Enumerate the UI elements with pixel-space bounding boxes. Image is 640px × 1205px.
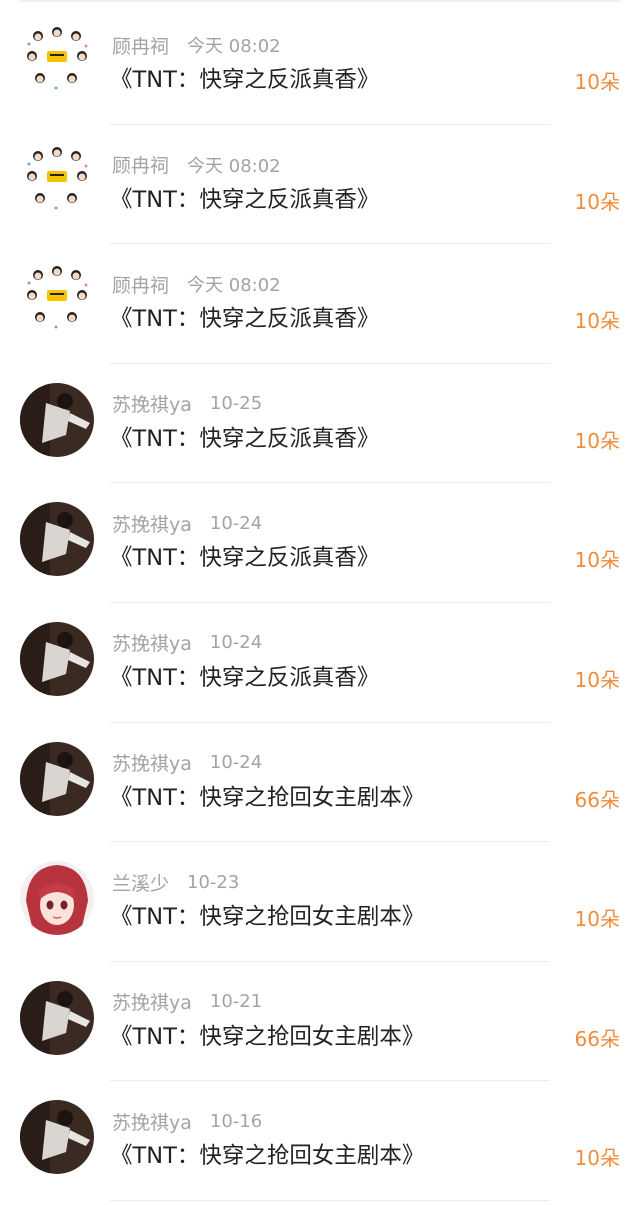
item-meta: 苏挽祺ya 10-24 [112,509,262,537]
list-item[interactable]: 苏挽祺ya 10-24 《TNT：快穿之反派真香》 10朵 [0,483,640,603]
book-title[interactable]: 《TNT：快穿之抢回女主剧本》 [110,900,424,934]
username[interactable]: 苏挽祺ya [112,988,192,1015]
username[interactable]: 苏挽祺ya [112,629,192,656]
list-item[interactable]: 苏挽祺ya 10-21 《TNT：快穿之抢回女主剧本》 66朵 [0,962,640,1082]
timestamp: 10-24 [209,512,263,534]
item-meta: 兰溪少 10-23 [112,868,239,896]
list-item[interactable]: 顾冉祠 今天 08:02 《TNT：快穿之反派真香》 10朵 [0,5,640,125]
flower-count: 66朵 [574,787,620,812]
item-meta: 苏挽祺ya 10-25 [112,390,262,418]
group-cartoon-avatar[interactable] [20,263,94,338]
book-title[interactable]: 《TNT：快穿之反派真香》 [110,302,379,336]
list-item[interactable]: 顾冉祠 今天 08:02 《TNT：快穿之反派真香》 10朵 [0,125,640,245]
item-meta: 顾冉祠 今天 08:02 [112,151,281,179]
book-title[interactable]: 《TNT：快穿之抢回女主剧本》 [110,781,424,815]
book-title[interactable]: 《TNT：快穿之反派真香》 [110,63,379,97]
username[interactable]: 苏挽祺ya [112,749,192,776]
item-meta: 苏挽祺ya 10-16 [112,1107,262,1135]
gift-record-list: 顾冉祠 今天 08:02 《TNT：快穿之反派真香》 10朵 顾冉祠 今天 08… [0,5,640,1201]
dark-photo-avatar[interactable] [20,741,94,816]
username[interactable]: 苏挽祺ya [112,1108,192,1135]
list-item[interactable]: 苏挽祺ya 10-24 《TNT：快穿之反派真香》 10朵 [0,603,640,723]
dark-photo-avatar[interactable] [20,980,94,1055]
book-title[interactable]: 《TNT：快穿之抢回女主剧本》 [110,1020,424,1054]
flower-count: 10朵 [574,189,620,214]
username[interactable]: 兰溪少 [112,869,169,896]
username[interactable]: 顾冉祠 [112,271,169,298]
timestamp: 今天 08:02 [187,275,281,297]
list-item[interactable]: 兰溪少 10-23 《TNT：快穿之抢回女主剧本》 10朵 [0,842,640,962]
timestamp: 10-23 [187,871,240,893]
list-item[interactable]: 苏挽祺ya 10-16 《TNT：快穿之抢回女主剧本》 10朵 [0,1081,640,1201]
flower-count: 10朵 [574,907,620,932]
flower-count: 10朵 [574,309,620,334]
book-title[interactable]: 《TNT：快穿之反派真香》 [110,183,379,217]
item-meta: 苏挽祺ya 10-24 [112,629,262,657]
flower-count: 10朵 [574,428,620,453]
dark-photo-avatar[interactable] [20,382,94,457]
timestamp: 10-21 [209,991,263,1013]
flower-count: 10朵 [574,548,620,573]
item-meta: 顾冉祠 今天 08:02 [112,31,281,59]
anime-girl-avatar[interactable] [20,861,94,936]
dark-photo-avatar[interactable] [20,1100,94,1175]
timestamp: 10-25 [209,393,263,415]
timestamp: 今天 08:02 [187,155,281,177]
flower-count: 10朵 [574,1146,620,1171]
timestamp: 10-24 [209,632,263,654]
top-divider [20,0,620,2]
dark-photo-avatar[interactable] [20,502,94,577]
book-title[interactable]: 《TNT：快穿之反派真香》 [110,661,379,695]
book-title[interactable]: 《TNT：快穿之抢回女主剧本》 [110,1139,424,1173]
list-item[interactable]: 顾冉祠 今天 08:02 《TNT：快穿之反派真香》 10朵 [0,244,640,364]
username[interactable]: 苏挽祺ya [112,510,192,537]
username[interactable]: 顾冉祠 [112,151,169,178]
group-cartoon-avatar[interactable] [20,24,94,98]
username[interactable]: 顾冉祠 [112,32,169,59]
book-title[interactable]: 《TNT：快穿之反派真香》 [110,541,379,575]
flower-count: 10朵 [574,70,620,94]
username[interactable]: 苏挽祺ya [112,390,192,417]
group-cartoon-avatar[interactable] [20,143,94,218]
timestamp: 10-24 [209,752,263,774]
flower-count: 10朵 [574,667,620,692]
dark-photo-avatar[interactable] [20,621,94,696]
flower-count: 66朵 [574,1026,620,1051]
book-title[interactable]: 《TNT：快穿之反派真香》 [110,422,379,456]
item-meta: 苏挽祺ya 10-21 [112,988,262,1016]
row-divider [110,1199,550,1201]
timestamp: 10-16 [209,1110,263,1132]
list-item[interactable]: 苏挽祺ya 10-25 《TNT：快穿之反派真香》 10朵 [0,364,640,484]
item-meta: 顾冉祠 今天 08:02 [112,270,281,298]
item-meta: 苏挽祺ya 10-24 [112,749,262,777]
list-item[interactable]: 苏挽祺ya 10-24 《TNT：快穿之抢回女主剧本》 66朵 [0,723,640,843]
timestamp: 今天 08:02 [187,36,281,57]
